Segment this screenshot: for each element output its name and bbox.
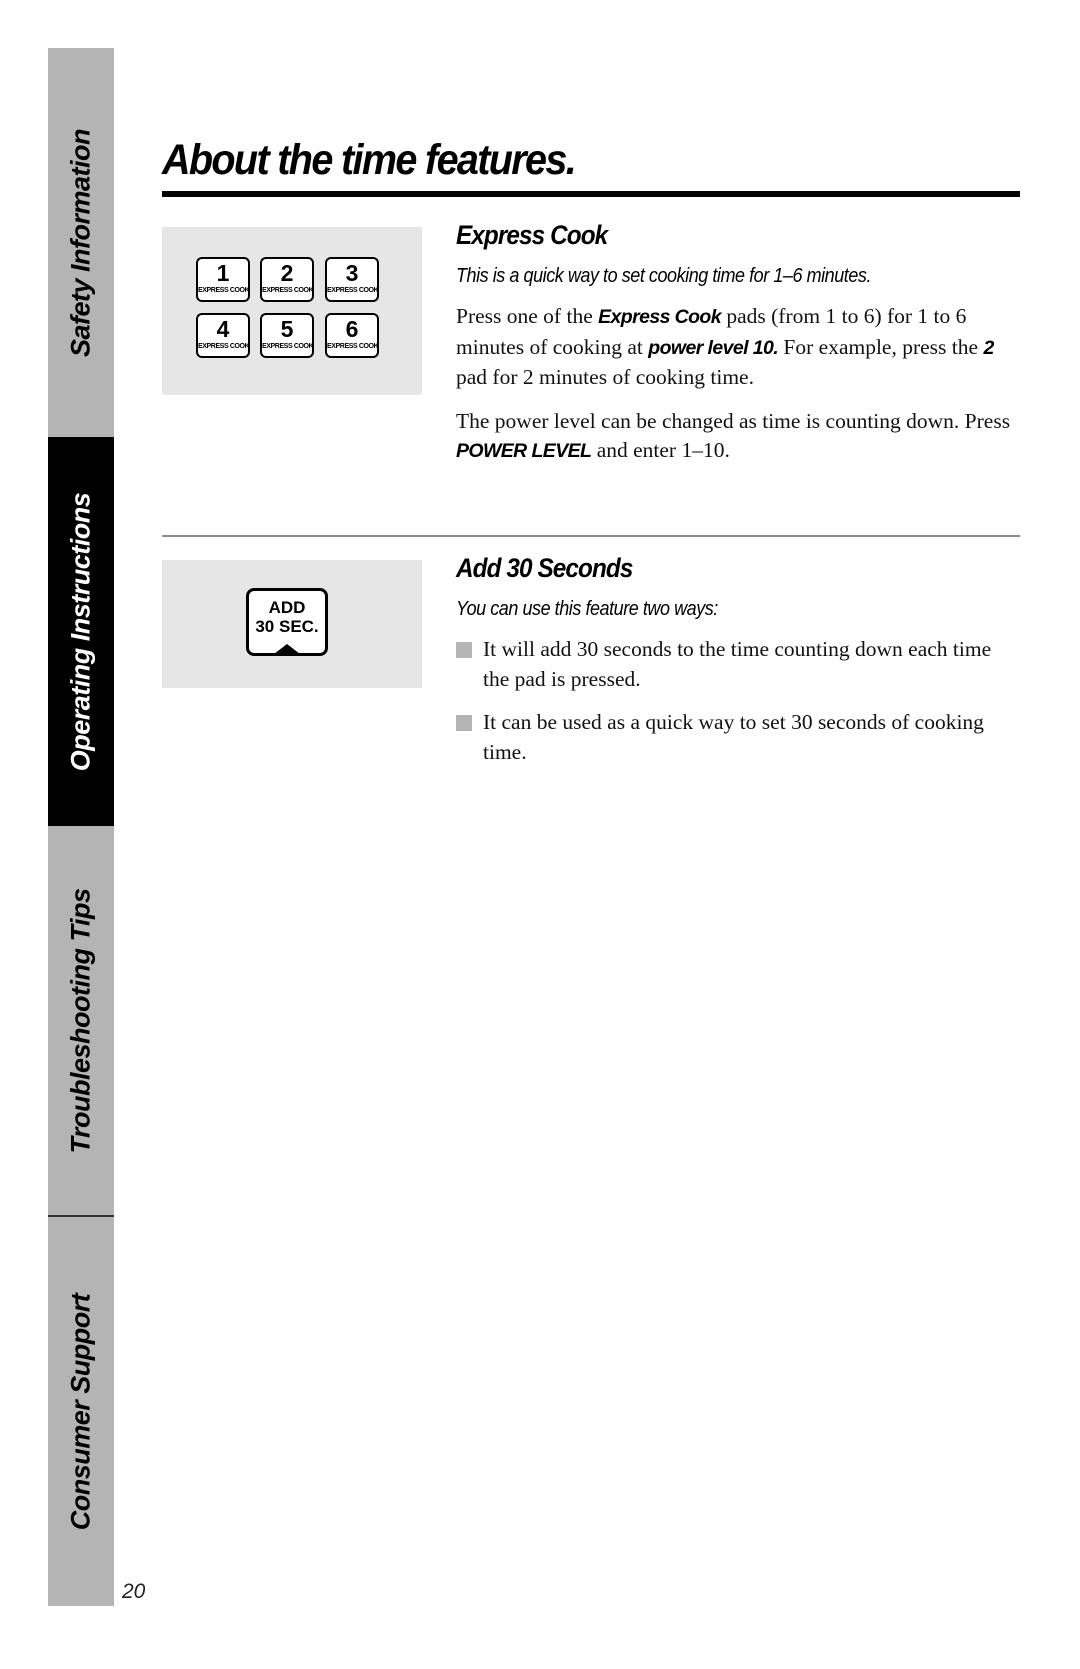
- express-cook-pad-6: 6 EXPRESS COOK: [325, 313, 379, 358]
- manual-page: Safety Information Operating Instruction…: [0, 0, 1080, 1669]
- emphasis-power-level: power level 10.: [648, 336, 779, 359]
- add-30-seconds-heading: Add 30 Seconds: [456, 553, 633, 583]
- tab-safety-information[interactable]: Safety Information: [48, 48, 114, 437]
- express-cook-paragraph-1: Press one of the Express Cook pads (from…: [456, 302, 1026, 393]
- express-cook-pad-4: 4 EXPRESS COOK: [196, 313, 250, 358]
- add-30-seconds-illustration: ADD 30 SEC.: [162, 560, 422, 688]
- bullet-item: It can be used as a quick way to set 30 …: [456, 708, 1003, 767]
- text: and enter 1–10.: [591, 438, 730, 462]
- page-number: 20: [122, 1580, 146, 1603]
- pad-label-line-2: 30 SEC.: [255, 617, 319, 636]
- express-cook-lead: This is a quick way to set cooking time …: [456, 265, 871, 287]
- pad-number: 4: [216, 316, 230, 342]
- pad-number: 5: [280, 316, 294, 342]
- title-rule: [162, 191, 1020, 197]
- pad-label: EXPRESS COOK: [327, 287, 379, 294]
- text: The power level can be changed as time i…: [456, 408, 1011, 433]
- pad-label-line-1: ADD: [268, 598, 306, 617]
- express-cook-illustration: 1 EXPRESS COOK 2 EXPRESS COOK 3 EXPRESS …: [162, 227, 422, 395]
- pad-label: EXPRESS COOK: [198, 287, 250, 294]
- pad-label: EXPRESS COOK: [198, 343, 250, 350]
- bullet-item: It will add 30 seconds to the time count…: [456, 635, 1003, 694]
- pad-number: 3: [345, 260, 359, 286]
- express-cook-paragraph-2: The power level can be changed as time i…: [456, 407, 1026, 467]
- emphasis-express-cook: Express Cook: [598, 306, 721, 328]
- bullet-text: It will add 30 seconds to the time count…: [483, 637, 992, 691]
- pad-label: EXPRESS COOK: [262, 343, 314, 350]
- square-bullet-icon: [456, 642, 472, 658]
- tab-label: Safety Information: [65, 128, 96, 357]
- tab-consumer-support[interactable]: Consumer Support: [48, 1217, 114, 1606]
- tab-label: Operating Instructions: [65, 492, 96, 771]
- pad-number: 1: [216, 260, 230, 286]
- text: pad for 2 minutes of cooking time.: [456, 365, 754, 389]
- express-cook-section: Express Cook This is a quick way to set …: [456, 220, 1026, 467]
- start-arrow-icon: [274, 644, 300, 654]
- add-30-sec-pad: ADD 30 SEC.: [246, 588, 328, 656]
- page-title: About the time features.: [162, 136, 577, 184]
- section-divider: [162, 535, 1020, 537]
- emphasis-pad-number: 2: [983, 336, 994, 359]
- text: Press one of the: [456, 304, 599, 328]
- emphasis-power-level-key: POWER LEVEL: [456, 440, 592, 462]
- pad-label: EXPRESS COOK: [262, 287, 314, 294]
- express-cook-heading: Express Cook: [456, 220, 608, 250]
- express-cook-pad-1: 1 EXPRESS COOK: [196, 257, 250, 302]
- add-30-seconds-lead: You can use this feature two ways:: [456, 598, 718, 620]
- express-cook-pad-5: 5 EXPRESS COOK: [260, 313, 314, 358]
- pad-number: 2: [280, 260, 294, 286]
- add-30-seconds-section: Add 30 Seconds You can use this feature …: [456, 553, 1026, 767]
- tab-label: Troubleshooting Tips: [65, 888, 96, 1154]
- pad-number: 6: [345, 316, 359, 342]
- express-cook-pad-3: 3 EXPRESS COOK: [325, 257, 379, 302]
- express-cook-pad-2: 2 EXPRESS COOK: [260, 257, 314, 302]
- section-sidebar: Safety Information Operating Instruction…: [48, 48, 114, 1606]
- tab-troubleshooting-tips[interactable]: Troubleshooting Tips: [48, 826, 114, 1216]
- pad-label: EXPRESS COOK: [327, 343, 379, 350]
- text: For example, press the: [778, 334, 984, 359]
- tab-operating-instructions[interactable]: Operating Instructions: [48, 437, 114, 826]
- tab-label: Consumer Support: [65, 1293, 96, 1530]
- square-bullet-icon: [456, 715, 472, 731]
- bullet-text: It can be used as a quick way to set 30 …: [483, 710, 984, 764]
